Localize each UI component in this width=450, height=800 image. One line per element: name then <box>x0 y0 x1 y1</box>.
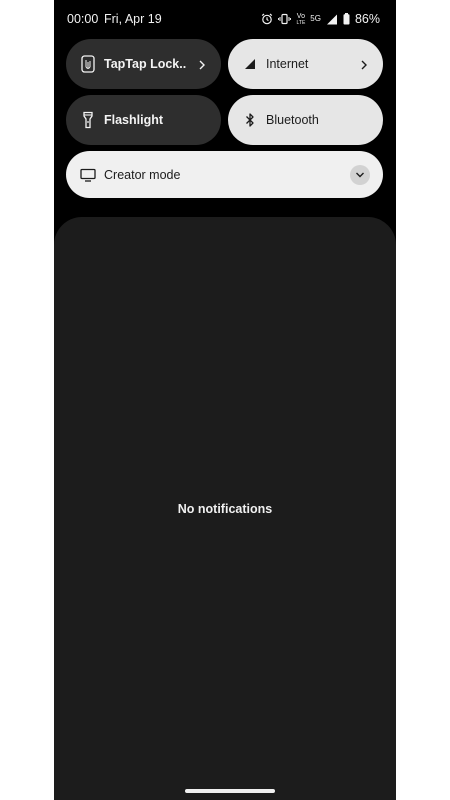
tile-taptap-lock[interactable]: TapTap Lock.. <box>66 39 221 89</box>
chevron-right-icon <box>197 58 207 70</box>
status-date: Fri, Apr 19 <box>104 12 162 26</box>
volte-top-label: Vo <box>296 12 305 20</box>
alarm-icon <box>261 13 273 25</box>
volte-bottom-label: LTE <box>296 19 306 26</box>
tile-internet-label: Internet <box>266 57 309 71</box>
notification-panel: No notifications <box>54 217 396 800</box>
flashlight-icon <box>80 111 96 129</box>
battery-icon <box>343 13 350 25</box>
chevron-right-icon <box>359 58 369 70</box>
tile-flashlight[interactable]: Flashlight <box>66 95 221 145</box>
status-icons: Vo LTE 5G 86% <box>261 11 380 27</box>
notification-shade: 00:00 Fri, Apr 19 Vo LTE 5G 86% TapTap L… <box>54 0 396 800</box>
chevron-down-icon <box>356 172 364 177</box>
tile-bluetooth-label: Bluetooth <box>266 113 319 127</box>
tile-creator-mode[interactable]: Creator mode <box>66 151 383 198</box>
status-bar: 00:00 Fri, Apr 19 Vo LTE 5G 86% <box>54 0 396 38</box>
tile-flashlight-label: Flashlight <box>104 113 164 127</box>
monitor-icon <box>79 166 97 184</box>
tile-internet[interactable]: Internet <box>228 39 383 89</box>
network-type: 5G <box>310 14 321 23</box>
taptap-icon <box>80 55 96 73</box>
expand-button[interactable] <box>350 164 370 185</box>
no-notifications-text: No notifications <box>177 502 273 516</box>
volte-icon: Vo LTE <box>296 13 305 26</box>
tile-bluetooth[interactable]: Bluetooth <box>228 95 383 145</box>
battery-percent: 86% <box>354 12 380 26</box>
status-time: 00:00 <box>67 12 99 26</box>
bluetooth-icon <box>242 111 258 129</box>
tile-taptap-label: TapTap Lock.. <box>104 57 187 71</box>
gesture-nav-handle[interactable] <box>185 789 275 793</box>
vibrate-icon <box>278 13 292 25</box>
tile-creator-mode-label: Creator mode <box>104 167 181 182</box>
signal-icon <box>326 14 338 25</box>
signal-icon <box>242 55 258 73</box>
